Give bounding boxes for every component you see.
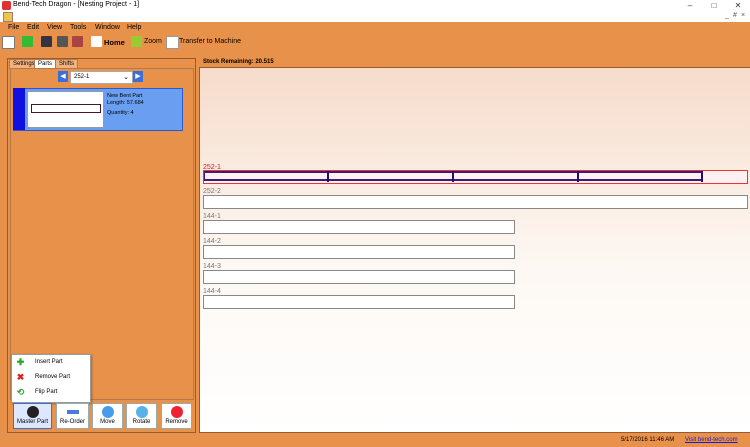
stock-bar-144-3[interactable] — [203, 270, 515, 284]
menu-insert-part[interactable]: Insert Part — [35, 359, 63, 365]
stock-bar-252-2[interactable] — [203, 195, 748, 209]
reorder-icon — [66, 410, 79, 414]
menu-file[interactable]: File — [8, 24, 19, 31]
stock-bar-144-2[interactable] — [203, 245, 515, 259]
stock-label: 144-2 — [203, 238, 221, 245]
rotate-button[interactable]: Rotate — [126, 403, 157, 429]
master-part-button[interactable]: Master Part — [13, 403, 52, 429]
master-part-label: Master Part — [16, 419, 48, 425]
stock-label: 144-1 — [203, 213, 221, 220]
part-shape-preview — [31, 104, 101, 113]
chevron-down-icon: ⌄ — [123, 74, 129, 81]
part-color-stripe — [13, 88, 25, 130]
rotate-label: Rotate — [132, 419, 151, 425]
stock-label: 144-3 — [203, 263, 221, 270]
part-name: New Bent Part — [107, 93, 143, 99]
stock-bar-144-4[interactable] — [203, 295, 515, 309]
app-icon — [2, 1, 11, 10]
home-icon[interactable] — [91, 36, 102, 47]
menu-view[interactable]: View — [47, 24, 62, 31]
minimize-button[interactable]: – — [678, 0, 702, 11]
next-stock-button[interactable]: ▶ — [133, 71, 143, 82]
stock-bar-144-1[interactable] — [203, 220, 515, 234]
previous-stock-button[interactable]: ◀ — [58, 71, 68, 82]
menu-remove-part[interactable]: Remove Part — [35, 374, 70, 380]
remove-button[interactable]: Remove — [161, 403, 192, 429]
reorder-button[interactable]: Re-Order — [56, 403, 89, 429]
window-title: Bend-Tech Dragon - [Nesting Project - 1] — [13, 1, 140, 8]
mdi-restore-button[interactable]: # — [733, 12, 737, 19]
maximize-button[interactable]: □ — [702, 0, 726, 11]
add-part-icon[interactable] — [22, 36, 33, 47]
close-button[interactable]: ✕ — [726, 0, 750, 11]
mdi-minimize-button[interactable]: _ — [725, 12, 729, 19]
transfer-icon[interactable] — [166, 36, 179, 49]
print-icon[interactable] — [57, 36, 68, 47]
status-datetime: 5/17/2016 11:46 AM — [621, 437, 675, 443]
part-length: Length: 57.684 — [107, 100, 144, 106]
move-label: Move — [100, 419, 115, 425]
mdi-close-button[interactable]: × — [741, 12, 745, 19]
zoom-icon[interactable] — [131, 36, 142, 47]
menu-help[interactable]: Help — [127, 24, 141, 31]
stock-label: 252-2 — [203, 188, 221, 195]
stock-remaining: Stock Remaining: 20.515 — [203, 59, 274, 65]
menu-tools[interactable]: Tools — [70, 24, 86, 31]
menu-window[interactable]: Window — [95, 24, 120, 31]
stock-selector-value: 252-1 — [74, 74, 90, 80]
part-quantity: Quantity: 4 — [107, 110, 134, 116]
print-preview-icon[interactable] — [72, 36, 83, 47]
plus-icon: ✚ — [16, 357, 25, 367]
move-icon — [101, 406, 114, 418]
stock-label: 144-4 — [203, 288, 221, 295]
part-divider — [577, 171, 579, 182]
zoom-button[interactable]: Zoom — [144, 38, 162, 45]
menu-edit[interactable]: Edit — [27, 24, 39, 31]
new-file-icon[interactable] — [2, 36, 15, 49]
rotate-icon — [135, 406, 148, 418]
part-divider — [327, 171, 329, 182]
part-divider — [701, 171, 703, 182]
remove-label: Remove — [165, 419, 188, 425]
flip-icon: ⟲ — [16, 387, 25, 397]
website-link[interactable]: Visit bend-tech.com — [685, 437, 738, 443]
move-button[interactable]: Move — [92, 403, 123, 429]
remove-x-icon — [170, 406, 183, 418]
home-button[interactable]: Home — [104, 38, 125, 47]
transfer-to-machine-button[interactable]: Transfer to Machine — [179, 38, 241, 45]
master-part-icon — [26, 406, 39, 418]
stock-selector[interactable]: 252-1 ⌄ — [70, 71, 133, 84]
remove-icon: ✖ — [16, 372, 25, 382]
save-icon[interactable] — [41, 36, 52, 47]
document-icon — [3, 12, 13, 22]
right-panel-header — [199, 58, 749, 67]
menu-flip-part[interactable]: Flip Part — [35, 389, 57, 395]
part-divider — [452, 171, 454, 182]
reorder-label: Re-Order — [59, 419, 85, 425]
